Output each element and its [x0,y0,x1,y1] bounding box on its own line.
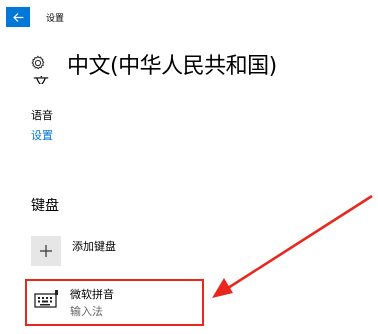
add-keyboard-label[interactable]: 添加键盘 [72,238,116,254]
add-keyboard-button[interactable] [31,236,61,266]
page-title: 中文(中华人民共和国) [67,54,277,79]
speech-label: 语音 [31,109,53,122]
highlight-box [25,279,204,326]
gear-icon [31,55,45,70]
back-arrow-icon [12,12,23,22]
plus-icon [40,245,52,257]
keyboard-section-header: 键盘 [31,198,59,214]
speech-settings-link[interactable]: 设置 [31,127,53,143]
clipped-text: 文 [33,76,49,84]
window-title: 设置 [46,14,65,24]
back-button[interactable] [6,7,30,27]
